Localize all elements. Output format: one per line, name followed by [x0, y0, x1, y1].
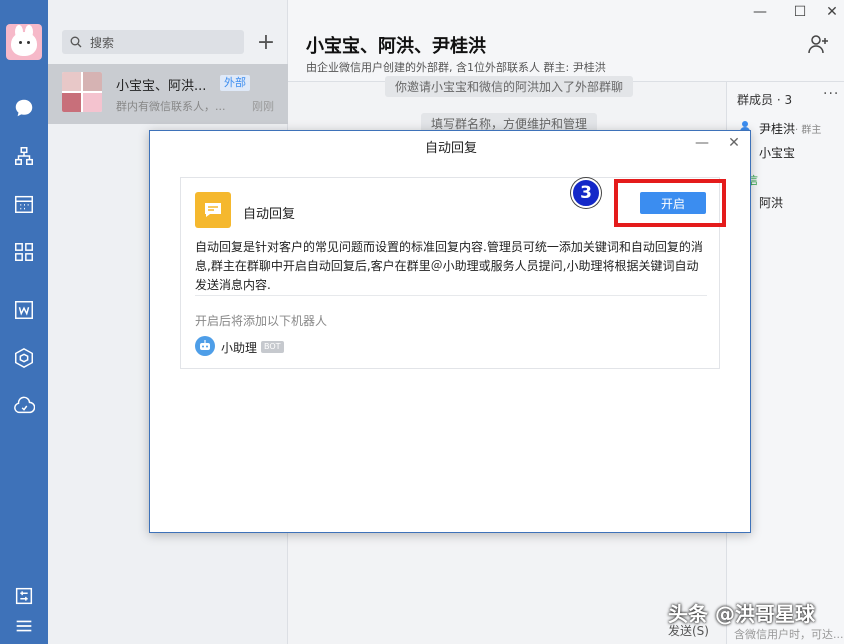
add-member-icon[interactable]: [806, 32, 830, 56]
conversation-preview: 群内有微信联系人，...: [116, 100, 226, 113]
dialog-close-icon[interactable]: ✕: [726, 135, 742, 151]
search-icon: [70, 36, 82, 48]
bot-tag: BOT: [261, 341, 284, 353]
contacts-icon[interactable]: [12, 144, 36, 168]
dialog-minimize-icon[interactable]: —: [694, 135, 710, 151]
member-thumb: [62, 72, 81, 91]
calendar-icon[interactable]: [12, 192, 36, 216]
auto-reply-dialog: 自动回复 — ✕ 自动回复 自动回复是针对客户的常见问题而设置的标准回复内容.管…: [149, 130, 751, 533]
member-role: · 群主: [795, 125, 822, 136]
cube-icon[interactable]: [12, 346, 36, 370]
group-avatar: [62, 72, 102, 112]
avatar-face: [11, 32, 37, 56]
member-name: 小宝宝: [759, 146, 796, 160]
minimize-window-icon[interactable]: —: [750, 4, 770, 20]
card-title: 自动回复: [243, 207, 296, 222]
external-tag: 外部: [220, 75, 250, 91]
maximize-window-icon[interactable]: ☐: [790, 4, 810, 20]
bot-name: 小助理: [221, 341, 258, 355]
avatar-eye-left: [19, 41, 22, 44]
conversation-item[interactable]: 小宝宝、阿洪... 外部 群内有微信联系人，... 刚刚: [48, 64, 288, 124]
search-input[interactable]: 搜索: [62, 30, 244, 54]
search-placeholder: 搜索: [90, 35, 115, 50]
robot-icon: [195, 336, 215, 356]
bot-note: 开启后将添加以下机器人: [195, 314, 328, 328]
member-item[interactable]: 尹桂洪· 群主: [759, 120, 821, 137]
workbench-icon[interactable]: [12, 240, 36, 264]
settings-icon[interactable]: [12, 584, 36, 608]
close-window-icon[interactable]: ✕: [822, 4, 842, 20]
member-name: 阿洪: [759, 196, 784, 210]
member-thumb: [83, 72, 102, 91]
cloud-icon[interactable]: [12, 394, 36, 418]
user-avatar[interactable]: [6, 24, 42, 60]
member-thumb: [83, 93, 102, 112]
system-message: 你邀请小宝宝和微信的阿洪加入了外部群聊: [385, 76, 634, 97]
conversation-name: 小宝宝、阿洪...: [116, 79, 207, 94]
more-icon[interactable]: ···: [823, 86, 839, 102]
docs-icon[interactable]: [12, 298, 36, 322]
dialog-title: 自动回复: [424, 141, 477, 156]
chat-title: 小宝宝、阿洪、尹桂洪: [306, 36, 486, 57]
add-button[interactable]: +: [254, 30, 278, 55]
chat-subtitle: 由企业微信用户创建的外部群, 含1位外部联系人 群主: 尹桂洪: [306, 61, 606, 74]
divider: [195, 295, 707, 296]
enable-button[interactable]: 开启: [640, 192, 706, 214]
members-title: 群成员 · 3: [737, 93, 793, 107]
watermark: 头条 @洪哥星球: [668, 602, 815, 626]
auto-reply-icon: [195, 192, 231, 228]
conversation-time: 刚刚: [252, 100, 274, 113]
member-thumb: [62, 93, 81, 112]
avatar-eye-right: [27, 41, 30, 44]
chat-header: 小宝宝、阿洪、尹桂洪 由企业微信用户创建的外部群, 含1位外部联系人 群主: 尹…: [288, 0, 844, 82]
bottom-hint: 含微信用户时，可达...: [734, 628, 844, 641]
left-nav: [0, 0, 48, 644]
card-description: 自动回复是针对客户的常见问题而设置的标准回复内容.管理员可统一添加关键词和自动回…: [195, 240, 703, 292]
member-name: 尹桂洪: [759, 122, 796, 136]
step-badge: 3: [571, 178, 601, 208]
menu-icon[interactable]: [12, 614, 36, 638]
member-item[interactable]: 阿洪: [759, 194, 783, 211]
member-item[interactable]: 小宝宝: [759, 144, 795, 161]
messages-icon[interactable]: [12, 96, 36, 120]
